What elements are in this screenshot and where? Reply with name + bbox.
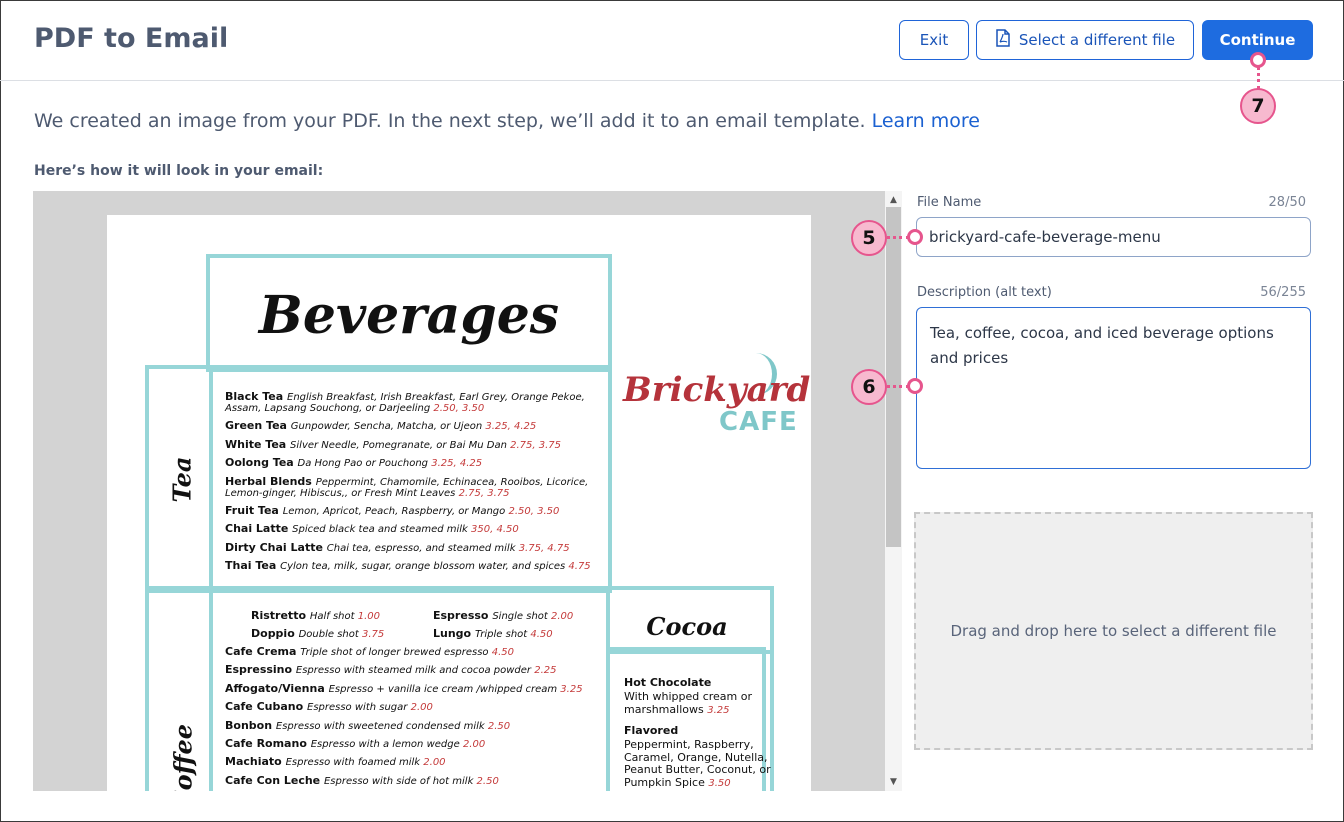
coffee-item: Doppio Double shot 3.75 (251, 627, 385, 640)
coffee-item: Cafe Romano Espresso with a lemon wedge … (225, 737, 486, 750)
tea-item: White Tea Silver Needle, Pomegranate, or… (225, 437, 561, 451)
tea-item: Oolong Tea Da Hong Pao or Pouchong 3.25,… (225, 456, 483, 469)
description-textarea[interactable]: Tea, coffee, cocoa, and iced beverage op… (916, 307, 1311, 469)
tea-item-cont: Assam, Lapsang Souchong, or Darjeeling 2… (225, 403, 485, 414)
file-name-input[interactable]: brickyard-cafe-beverage-menu (916, 217, 1311, 257)
email-preview: Beverages Tea Coffee Cocoa Brickyard CAF… (33, 191, 885, 791)
preview-label: Here’s how it will look in your email: (34, 163, 324, 179)
logo-brickyard: Brickyard (623, 370, 811, 410)
intro-message: We created an image from your PDF. In th… (34, 110, 866, 132)
cocoa-item-line: Pumpkin Spice 3.50 (624, 775, 731, 789)
coffee-item: Affogato/Vienna Espresso + vanilla ice c… (225, 681, 583, 695)
callout-7-dot (1250, 52, 1266, 68)
select-different-file-button[interactable]: Select a different file (976, 20, 1194, 60)
description-counter: 56/255 (1260, 285, 1306, 300)
coffee-item: Ristretto Half shot 1.00 (251, 609, 380, 622)
callout-7-connector (1257, 66, 1260, 90)
callout-6-dot (907, 378, 923, 394)
coffee-item: Machiato Espresso with foamed milk 2.00 (225, 755, 446, 769)
cocoa-item-name: Flavored (624, 724, 679, 737)
coffee-item: Cafe Cubano Espresso with sugar 2.00 (225, 700, 433, 714)
coffee-item: Cafe Con Leche Espresso with side of hot… (225, 773, 499, 787)
cocoa-item-line: With whipped cream or (624, 690, 753, 703)
cocoa-item-line: Peppermint, Raspberry, (624, 738, 754, 751)
callout-5-dot (907, 229, 923, 245)
cocoa-item-line: Caramel, Orange, Nutella, (624, 750, 768, 764)
cocoa-item-line: marshmallows 3.25 (624, 702, 730, 716)
select-different-file-label: Select a different file (1018, 31, 1176, 49)
page-title: PDF to Email (34, 23, 229, 54)
coffee-item: Bonbon Espresso with sweetened condensed… (225, 718, 511, 732)
coffee-item: Lungo Triple shot 4.50 (433, 627, 553, 640)
coffee-item: Espressino Espresso with steamed milk an… (225, 663, 557, 677)
cocoa-heading: Cocoa (646, 612, 728, 641)
preview-scrollbar[interactable]: ▲ ▼ (885, 191, 902, 791)
coffee-item: Cafe Crema Triple shot of longer brewed … (225, 645, 514, 658)
intro-text: We created an image from your PDF. In th… (34, 110, 980, 132)
callout-6-badge: 6 (851, 369, 887, 405)
logo-cafe: CAFE (719, 407, 798, 437)
tea-item: Thai Tea Cylon tea, milk, sugar, orange … (225, 559, 591, 572)
file-dropzone[interactable]: Drag and drop here to select a different… (914, 512, 1313, 750)
coffee-item: Espresso Single shot 2.00 (433, 609, 574, 622)
file-name-counter: 28/50 (1268, 195, 1306, 210)
tea-item-cont: Lemon-ginger, Hibiscus,, or Fresh Mint L… (225, 487, 510, 499)
pdf-file-icon (995, 29, 1011, 51)
tea-item: Green Tea Gunpowder, Sencha, Matcha, or … (225, 419, 537, 432)
cocoa-item-name: Hot Chocolate (624, 676, 712, 689)
header: PDF to Email Exit Select a different fil… (0, 0, 1344, 81)
scroll-up-icon[interactable]: ▲ (885, 193, 902, 207)
scroll-thumb[interactable] (886, 207, 901, 547)
file-name-label: File Name (917, 195, 982, 210)
description-label: Description (alt text) (917, 285, 1052, 300)
tea-item: Fruit Tea Lemon, Apricot, Peach, Raspber… (225, 503, 560, 517)
cocoa-item-line: Peanut Butter, Coconut, or (624, 763, 771, 776)
exit-button[interactable]: Exit (899, 20, 969, 60)
tea-item: Chai Latte Spiced black tea and steamed … (225, 522, 519, 535)
menu-title: Beverages (258, 285, 560, 346)
callout-5-badge: 5 (851, 220, 887, 256)
callout-7-badge: 7 (1240, 88, 1276, 124)
tea-heading: Tea (167, 456, 197, 503)
tea-item: Dirty Chai Latte Chai tea, espresso, and… (225, 540, 570, 554)
scroll-down-icon[interactable]: ▼ (885, 775, 902, 789)
menu-image: Beverages Tea Coffee Cocoa Brickyard CAF… (107, 215, 811, 791)
dropzone-text: Drag and drop here to select a different… (950, 622, 1277, 640)
coffee-heading: Coffee (168, 724, 198, 791)
learn-more-link[interactable]: Learn more (872, 110, 980, 132)
